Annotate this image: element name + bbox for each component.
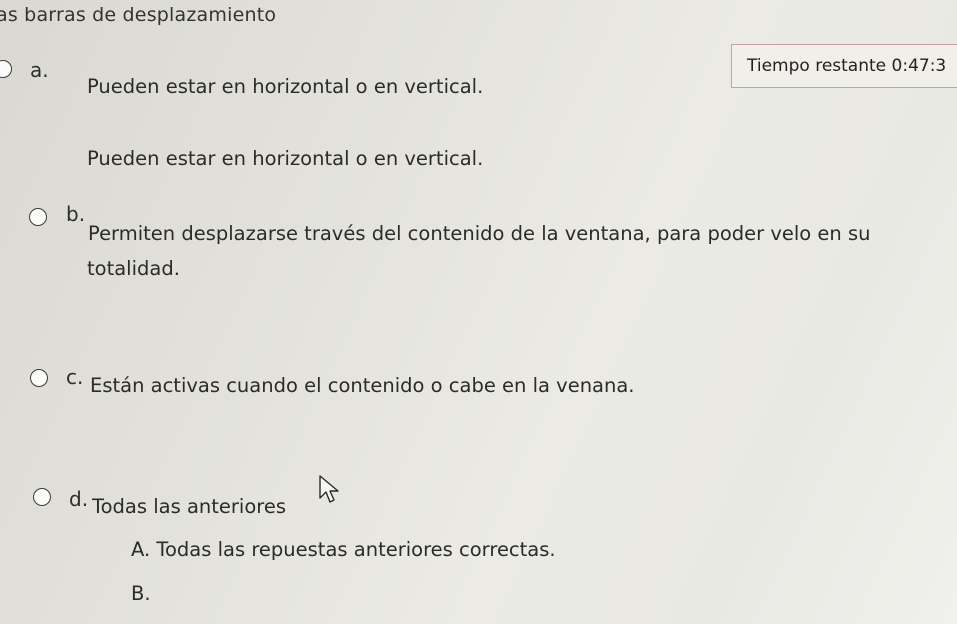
timer-label: Tiempo restante: [747, 56, 887, 76]
option-a-letter: a.: [30, 58, 49, 82]
mouse-pointer-icon: [319, 475, 339, 503]
timer-box: Tiempo restante 0:47:3: [731, 44, 957, 88]
timer-value: 0:47:3: [891, 56, 947, 76]
option-a-text[interactable]: Pueden estar en horizontal o en vertical…: [87, 75, 483, 98]
option-b-radio[interactable]: [29, 208, 47, 226]
option-c-letter: c.: [66, 365, 84, 389]
option-d-radio[interactable]: [33, 488, 51, 506]
question-text: as barras de desplazamiento: [0, 4, 277, 26]
option-a-radio[interactable]: [0, 60, 12, 78]
option-a-extra-text: Pueden estar en horizontal o en vertical…: [87, 147, 484, 170]
option-b-letter: b.: [66, 202, 86, 226]
option-c-text[interactable]: Están activas cuando el contenido o cabe…: [90, 374, 635, 397]
option-d-text[interactable]: Todas las anteriores: [92, 495, 286, 518]
option-b-text-line2[interactable]: totalidad.: [87, 257, 180, 280]
answer-a-text: A. Todas las repuestas anteriores correc…: [131, 538, 556, 561]
option-c-radio[interactable]: [30, 369, 48, 387]
option-b-text-line1[interactable]: Permiten desplazarse través del contenid…: [88, 222, 871, 245]
answer-b-text: B.: [131, 582, 151, 605]
option-d-letter: d.: [69, 487, 89, 511]
